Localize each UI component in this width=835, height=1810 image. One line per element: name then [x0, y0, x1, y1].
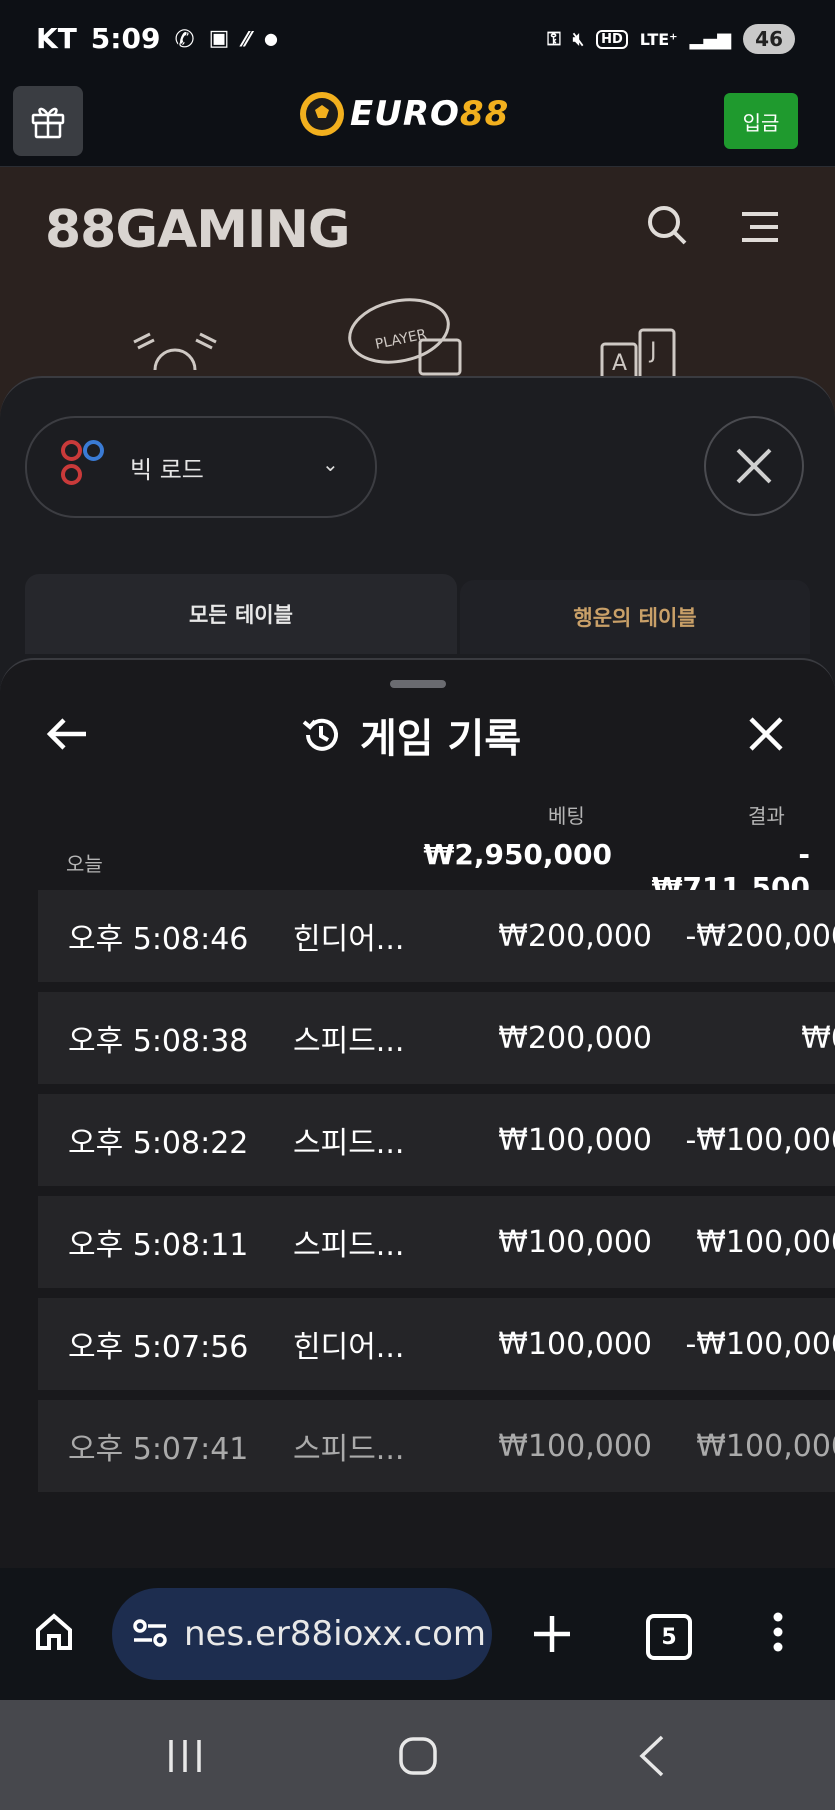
- player-badge-icon: PLAYER: [348, 298, 462, 376]
- wifi-calling-icon: ⁄⁄: [243, 26, 251, 51]
- history-title: 게임 기록: [360, 716, 522, 762]
- mute-icon: 🔇︎: [572, 28, 585, 50]
- row-result: ₩100,000: [696, 1224, 835, 1260]
- logo-text-88: 88: [459, 94, 510, 134]
- day-label: 오늘: [66, 852, 103, 876]
- status-right: ⚿ 🔇︎ HD LTE⁺ ▂▄▆ 46: [547, 24, 795, 54]
- history-row[interactable]: 오후 5:08:46 힌디어... ₩200,000 -₩200,000: [38, 890, 835, 982]
- roadmap-icon-dot-blue: [83, 440, 104, 461]
- chevron-down-icon: ⌄: [322, 452, 339, 476]
- row-game: 스피드...: [293, 1432, 405, 1467]
- carrier: KT: [36, 22, 77, 55]
- tab-all-tables[interactable]: 모든 테이블: [25, 574, 457, 654]
- row-game: 스피드...: [293, 1024, 405, 1059]
- history-row[interactable]: 오후 5:08:11 스피드... ₩100,000 ₩100,000: [38, 1196, 835, 1288]
- row-result: -₩100,000: [685, 1326, 835, 1362]
- sheet-drag-handle[interactable]: [390, 680, 446, 688]
- column-header-result: 결과: [748, 804, 785, 828]
- more-options-icon[interactable]: [772, 1612, 784, 1652]
- row-bet: ₩100,000: [498, 1428, 652, 1464]
- row-time: 오후 5:07:56: [68, 1330, 249, 1365]
- korea-game-icon: [133, 332, 217, 371]
- svg-text:J: J: [648, 339, 657, 364]
- row-game: 힌디어...: [293, 922, 405, 957]
- close-icon[interactable]: [748, 716, 784, 752]
- home-nav-icon[interactable]: [398, 1736, 438, 1776]
- roadmap-icon: [61, 440, 82, 461]
- signal-icon: ▂▄▆: [689, 28, 732, 50]
- lte-icon: LTE⁺: [639, 29, 678, 49]
- tab-lucky-tables[interactable]: 행운의 테이블: [460, 580, 810, 654]
- row-time: 오후 5:08:38: [68, 1024, 249, 1059]
- euro88-logo[interactable]: EURO 88: [300, 92, 509, 136]
- row-bet: ₩100,000: [498, 1326, 652, 1362]
- 88gaming-logo: 88GAMING: [45, 200, 351, 260]
- row-result: -₩100,000: [685, 1122, 835, 1158]
- total-bet: ₩2,950,000: [423, 838, 612, 871]
- history-title-group: 게임 기록: [300, 706, 521, 764]
- tab-switcher-button[interactable]: 5: [646, 1614, 692, 1660]
- roadmap-dropdown-label: 빅 로드: [130, 456, 204, 484]
- row-game: 스피드...: [293, 1228, 405, 1263]
- football-icon: [300, 92, 344, 136]
- notification-icon: ▣: [208, 26, 230, 51]
- key-icon: ⚿: [547, 28, 561, 50]
- missed-call-icon: ✆: [174, 24, 195, 53]
- row-game: 스피드...: [293, 1126, 405, 1161]
- row-time: 오후 5:07:41: [68, 1432, 249, 1467]
- history-row[interactable]: 오후 5:07:56 힌디어... ₩100,000 -₩100,000: [38, 1298, 835, 1390]
- status-left: KT 5:09 ✆ ▣ ⁄⁄ ●: [36, 22, 278, 55]
- history-icon: [302, 718, 338, 751]
- column-header-bet: 베팅: [548, 804, 585, 828]
- row-bet: ₩200,000: [498, 1020, 652, 1056]
- row-result: ₩0: [801, 1020, 835, 1056]
- row-time: 오후 5:08:11: [68, 1228, 249, 1263]
- close-panel-button[interactable]: [704, 416, 804, 516]
- history-row[interactable]: 오후 5:08:22 스피드... ₩100,000 -₩100,000: [38, 1094, 835, 1186]
- new-tab-icon[interactable]: [532, 1614, 572, 1654]
- hd-icon: HD: [596, 29, 628, 49]
- dot-icon: ●: [264, 29, 279, 48]
- history-row[interactable]: 오후 5:08:38 스피드... ₩200,000 ₩0: [38, 992, 835, 1084]
- recent-apps-icon[interactable]: [166, 1738, 204, 1774]
- home-icon[interactable]: [34, 1612, 74, 1652]
- back-nav-icon[interactable]: [638, 1734, 666, 1778]
- row-result: -₩200,000: [685, 918, 835, 954]
- roadmap-icon-dot-red: [61, 464, 82, 485]
- history-row[interactable]: 오후 5:07:41 스피드... ₩100,000 ₩100,000: [38, 1400, 835, 1492]
- row-game: 힌디어...: [293, 1330, 405, 1365]
- row-time: 오후 5:08:46: [68, 922, 249, 957]
- close-icon: [736, 448, 772, 484]
- battery-indicator: 46: [743, 24, 795, 54]
- row-bet: ₩200,000: [498, 918, 652, 954]
- back-arrow-icon[interactable]: [46, 716, 88, 752]
- search-icon[interactable]: [645, 203, 689, 247]
- gift-button[interactable]: [13, 86, 83, 156]
- row-time: 오후 5:08:22: [68, 1126, 249, 1161]
- row-bet: ₩100,000: [498, 1224, 652, 1260]
- menu-icon[interactable]: [740, 210, 780, 244]
- row-result: ₩100,000: [696, 1428, 835, 1464]
- site-settings-icon[interactable]: [132, 1618, 168, 1648]
- row-bet: ₩100,000: [498, 1122, 652, 1158]
- url-text: nes.er88ioxx.com: [184, 1614, 487, 1654]
- clock: 5:09: [90, 22, 161, 55]
- cards-icon: A J: [600, 328, 676, 380]
- svg-text:A: A: [612, 351, 627, 376]
- gift-icon: [31, 107, 65, 139]
- logo-text-euro: EURO: [350, 94, 460, 134]
- deposit-button[interactable]: 입금: [724, 93, 798, 149]
